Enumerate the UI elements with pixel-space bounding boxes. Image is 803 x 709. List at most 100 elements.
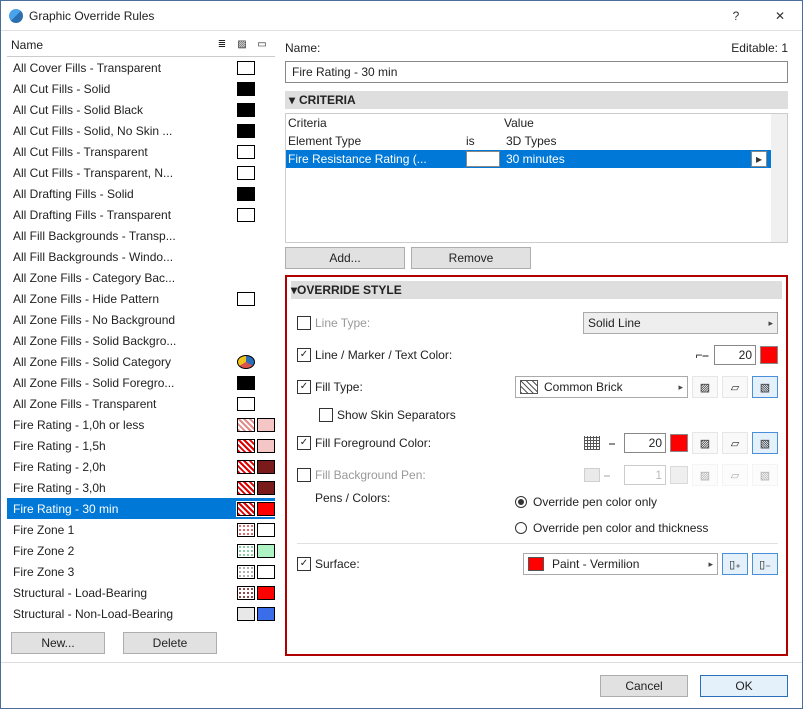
pen-icon: ⎯ xyxy=(604,468,620,483)
rule-row[interactable]: All Drafting Fills - Transparent xyxy=(7,204,275,225)
radio-on-icon xyxy=(515,496,527,508)
rule-row[interactable]: All Fill Backgrounds - Windo... xyxy=(7,246,275,267)
help-button[interactable]: ? xyxy=(714,1,758,31)
radio-color-only-label: Override pen color only xyxy=(533,495,657,509)
rule-row[interactable]: All Cover Fills - Transparent xyxy=(7,57,275,78)
rule-row[interactable]: Structural - Load-Bearing xyxy=(7,582,275,603)
fill-swatch-icon xyxy=(237,103,255,117)
criteria-header[interactable]: ▾ CRITERIA xyxy=(285,91,788,109)
fg-cat-cut-icon[interactable]: ▧ xyxy=(752,432,778,454)
rule-row[interactable]: Structural - Non-Load-Bearing xyxy=(7,603,275,622)
fill-swatch-icon xyxy=(237,565,255,579)
rule-name: All Cut Fills - Transparent xyxy=(13,145,235,159)
line-pen-input[interactable]: 20 xyxy=(714,345,756,365)
rule-name: Fire Zone 1 xyxy=(13,523,235,537)
rule-row[interactable]: All Cut Fills - Solid xyxy=(7,78,275,99)
line-type-checkbox[interactable] xyxy=(297,316,311,330)
criteria-row[interactable]: Fire Resistance Rating (...is▸30 minutes… xyxy=(286,150,787,168)
surface-row: ✓ Surface: Paint - Vermilion ▸ ▯₊ ▯₋ xyxy=(297,548,778,580)
fill-swatch-icon xyxy=(237,397,255,411)
close-button[interactable]: ✕ xyxy=(758,1,802,31)
delete-button[interactable]: Delete xyxy=(123,632,217,654)
criteria-value: 30 minutes▸ xyxy=(502,151,787,167)
rule-row[interactable]: All Zone Fills - Hide Pattern xyxy=(7,288,275,309)
value-picker-button[interactable]: ▸ xyxy=(751,151,767,167)
surface-combo[interactable]: Paint - Vermilion ▸ xyxy=(523,553,718,575)
rule-row[interactable]: Fire Zone 1 xyxy=(7,519,275,540)
rules-list[interactable]: All Cover Fills - TransparentAll Cut Fil… xyxy=(7,57,275,622)
rule-row[interactable]: All Zone Fills - Solid Category xyxy=(7,351,275,372)
add-criteria-button[interactable]: Add... xyxy=(285,247,405,269)
fill-cat-cover-icon[interactable]: ▱ xyxy=(722,376,748,398)
divider xyxy=(297,543,778,544)
chevron-right-icon: ▸ xyxy=(708,559,713,570)
rule-row[interactable]: All Fill Backgrounds - Transp... xyxy=(7,225,275,246)
surface-swatch-icon xyxy=(257,502,275,516)
criteria-row[interactable]: Element Typeis3D Types xyxy=(286,132,787,150)
fill-bg-label: Fill Background Pen: xyxy=(315,468,515,482)
surface-label: Surface: xyxy=(315,557,515,571)
fill-fg-swatch[interactable] xyxy=(670,434,688,452)
fill-fg-checkbox[interactable]: ✓ xyxy=(297,436,311,450)
skin-separators-checkbox[interactable] xyxy=(319,408,333,422)
rule-row[interactable]: Fire Rating - 2,0h xyxy=(7,456,275,477)
radio-color-thickness[interactable]: Override pen color and thickness xyxy=(515,517,708,539)
rule-row[interactable]: All Zone Fills - Solid Backgro... xyxy=(7,330,275,351)
fg-cat-draft-icon[interactable]: ▨ xyxy=(692,432,718,454)
rule-row[interactable]: Fire Rating - 30 min xyxy=(7,498,275,519)
fg-cat-cover-icon[interactable]: ▱ xyxy=(722,432,748,454)
surface-swatch-icon xyxy=(257,523,275,537)
rule-row[interactable]: Fire Zone 2 xyxy=(7,540,275,561)
new-button[interactable]: New... xyxy=(11,632,105,654)
line-type-row: Line Type: Solid Line ▸ xyxy=(297,307,778,339)
fill-cat-draft-icon[interactable]: ▨ xyxy=(692,376,718,398)
override-header[interactable]: ▾ OVERRIDE STYLE xyxy=(291,281,782,299)
fill-type-combo[interactable]: Common Brick ▸ xyxy=(515,376,688,398)
fill-swatch-icon xyxy=(237,376,255,390)
rule-row[interactable]: All Zone Fills - Transparent xyxy=(7,393,275,414)
ok-button[interactable]: OK xyxy=(700,675,788,697)
rule-row[interactable]: Fire Rating - 1,0h or less xyxy=(7,414,275,435)
surface-checkbox[interactable]: ✓ xyxy=(297,557,311,571)
remove-criteria-button[interactable]: Remove xyxy=(411,247,531,269)
rules-panel: Name ≣ ▨ ▭ All Cover Fills - Transparent… xyxy=(7,37,275,656)
fill-fg-pen-input[interactable]: 20 xyxy=(624,433,666,453)
dialog-footer: Cancel OK xyxy=(1,662,802,708)
fill-bg-checkbox[interactable] xyxy=(297,468,311,482)
rules-buttons: New... Delete xyxy=(7,622,275,656)
fill-swatch-icon xyxy=(237,523,255,537)
line-type-combo[interactable]: Solid Line ▸ xyxy=(583,312,778,334)
surface-cut-icon[interactable]: ▯₋ xyxy=(752,553,778,575)
rule-row[interactable]: All Cut Fills - Solid Black xyxy=(7,99,275,120)
rule-name: All Fill Backgrounds - Transp... xyxy=(13,229,235,243)
name-label: Name: xyxy=(285,41,731,55)
line-color-row: ✓ Line / Marker / Text Color: ⌐⎯ 20 xyxy=(297,339,778,371)
override-header-label: OVERRIDE STYLE xyxy=(297,283,402,297)
fill-type-row: ✓ Fill Type: Common Brick ▸ ▨ ▱ ▧ xyxy=(297,371,778,403)
rule-row[interactable]: All Zone Fills - No Background xyxy=(7,309,275,330)
brick-pattern-icon xyxy=(520,380,538,394)
criteria-value: 3D Types xyxy=(502,134,787,148)
rule-row[interactable]: All Cut Fills - Solid, No Skin ... xyxy=(7,120,275,141)
rule-row[interactable]: All Zone Fills - Category Bac... xyxy=(7,267,275,288)
criteria-scrollbar[interactable] xyxy=(771,114,787,242)
surface-uncut-icon[interactable]: ▯₊ xyxy=(722,553,748,575)
rule-row[interactable]: All Cut Fills - Transparent, N... xyxy=(7,162,275,183)
rule-row[interactable]: Fire Rating - 3,0h xyxy=(7,477,275,498)
cancel-button[interactable]: Cancel xyxy=(600,675,688,697)
rule-row[interactable]: Fire Zone 3 xyxy=(7,561,275,582)
fill-cat-cut-icon[interactable]: ▧ xyxy=(752,376,778,398)
surface-swatch-icon xyxy=(257,586,275,600)
col-criteria: Criteria xyxy=(288,116,468,130)
line-color-checkbox[interactable]: ✓ xyxy=(297,348,311,362)
rule-row[interactable]: All Zone Fills - Solid Foregro... xyxy=(7,372,275,393)
fill-type-checkbox[interactable]: ✓ xyxy=(297,380,311,394)
rule-row[interactable]: All Cut Fills - Transparent xyxy=(7,141,275,162)
operator-select[interactable]: is▸ xyxy=(466,151,500,167)
surface-value: Paint - Vermilion xyxy=(552,557,639,571)
rule-name-input[interactable] xyxy=(285,61,788,83)
line-color-swatch[interactable] xyxy=(760,346,778,364)
rule-row[interactable]: All Drafting Fills - Solid xyxy=(7,183,275,204)
rule-row[interactable]: Fire Rating - 1,5h xyxy=(7,435,275,456)
radio-color-only[interactable]: Override pen color only xyxy=(515,491,657,513)
